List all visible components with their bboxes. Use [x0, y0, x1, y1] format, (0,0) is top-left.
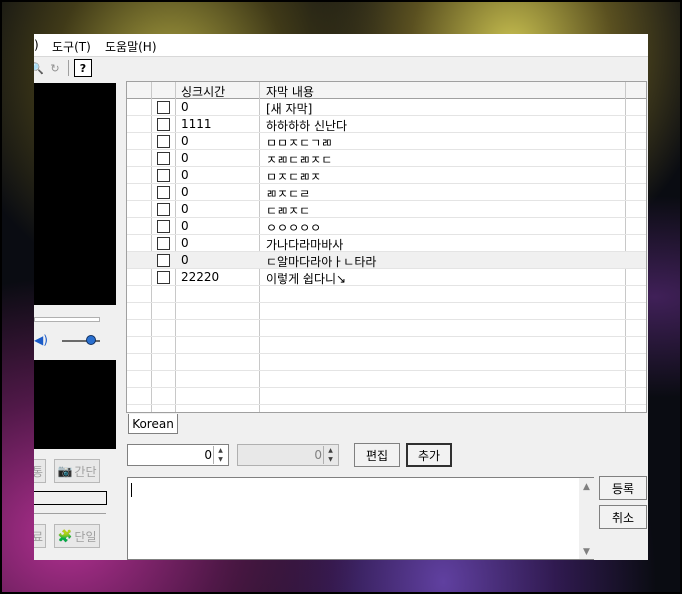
- secondary-preview: [34, 360, 116, 449]
- row-line: [127, 234, 646, 235]
- row-line: [127, 319, 646, 320]
- cancel-button[interactable]: 취소: [599, 505, 647, 529]
- single-button-label: 단일: [74, 529, 97, 544]
- row-sync-time: 0: [181, 236, 189, 250]
- simple-button-label: 간단: [74, 464, 97, 479]
- seek-bar[interactable]: [34, 317, 100, 322]
- row-line: [127, 200, 646, 201]
- subtitle-text-input[interactable]: ▲ ▼: [127, 477, 594, 560]
- row-sync-time: 0: [181, 202, 189, 216]
- table-row[interactable]: 22220 이렇게 쉽다니↘: [127, 269, 646, 286]
- row-checkbox[interactable]: [157, 152, 170, 165]
- table-row[interactable]: 0 ㅈㄻㄷㄻㅈㄷ: [127, 150, 646, 167]
- row-sync-time: 0: [181, 253, 189, 267]
- row-line: [127, 336, 646, 337]
- scroll-down-icon[interactable]: ▼: [579, 547, 594, 557]
- row-line: [127, 285, 646, 286]
- single-button[interactable]: 🧩 단일: [54, 524, 100, 548]
- camera-icon: 📷: [57, 464, 73, 478]
- partial-button-top[interactable]: 통: [34, 459, 46, 483]
- row-checkbox[interactable]: [157, 237, 170, 250]
- toolbar-separator: [68, 60, 69, 76]
- volume-icon[interactable]: ◀): [34, 333, 48, 347]
- row-sync-time: 1111: [181, 117, 212, 131]
- row-checkbox[interactable]: [157, 254, 170, 267]
- add-button[interactable]: 추가: [406, 443, 452, 467]
- row-line: [127, 166, 646, 167]
- puzzle-icon: 🧩: [57, 529, 73, 543]
- subtitle-editor-window: ) 도구(T) 도움말(H) 🔍 ↻ ? ◀) 통 📷 간단 료 🧩 단일 싱크…: [34, 34, 648, 560]
- menu-partial[interactable]: ): [34, 38, 39, 52]
- row-line: [127, 149, 646, 150]
- row-line: [127, 302, 646, 303]
- row-sync-time: 22220: [181, 270, 220, 284]
- table-row[interactable]: 0 ㅁㅈㄷㄻㅈ: [127, 167, 646, 184]
- refresh-icon[interactable]: ↻: [46, 59, 64, 77]
- start-time-spinner[interactable]: 0 ▲ ▼: [127, 444, 229, 466]
- spinner-arrows-icon: ▲ ▼: [323, 446, 337, 464]
- row-line: [127, 251, 646, 252]
- table-row[interactable]: 0 ㄻㅈㄷㄹ: [127, 184, 646, 201]
- spinner-arrows-icon[interactable]: ▲ ▼: [213, 446, 227, 464]
- menu-tools[interactable]: 도구(T): [52, 38, 91, 55]
- table-row[interactable]: 0 가나다라마바사: [127, 235, 646, 252]
- menu-bar: ) 도구(T) 도움말(H): [34, 34, 648, 57]
- row-sync-time: 0: [181, 219, 189, 233]
- scroll-up-icon[interactable]: ▲: [579, 482, 594, 492]
- volume-slider-thumb[interactable]: [86, 335, 96, 345]
- row-checkbox[interactable]: [157, 169, 170, 182]
- header-subtitle-text[interactable]: 자막 내용: [266, 83, 314, 100]
- table-row[interactable]: 0 ㄷㄻㅈㄷ: [127, 201, 646, 218]
- table-row[interactable]: 0 ㅇㅇㅇㅇㅇ: [127, 218, 646, 235]
- simple-button[interactable]: 📷 간단: [54, 459, 100, 483]
- table-row[interactable]: 0 ㄷ알마다라아ㅏㄴ타라: [127, 252, 646, 269]
- table-row[interactable]: 1111 하하하하 신난다: [127, 116, 646, 133]
- row-checkbox[interactable]: [157, 101, 170, 114]
- video-preview: [34, 83, 116, 305]
- row-checkbox[interactable]: [157, 186, 170, 199]
- row-sync-time: 0: [181, 134, 189, 148]
- partial-button-bottom[interactable]: 료: [34, 524, 46, 548]
- table-row[interactable]: 0 ㅁㅁㅈㄷㄱㄻ: [127, 133, 646, 150]
- row-checkbox[interactable]: [157, 118, 170, 131]
- row-sync-time: 0: [181, 100, 189, 114]
- row-line: [127, 217, 646, 218]
- progress-bar: [34, 491, 107, 505]
- row-sync-time: 0: [181, 168, 189, 182]
- row-line: [127, 183, 646, 184]
- grid-header: 싱크시간 자막 내용: [127, 82, 646, 100]
- row-line: [127, 370, 646, 371]
- register-button[interactable]: 등록: [599, 476, 647, 500]
- zoom-icon[interactable]: 🔍: [34, 59, 46, 77]
- row-line: [127, 387, 646, 388]
- row-line: [127, 132, 646, 133]
- row-checkbox[interactable]: [157, 271, 170, 284]
- row-checkbox[interactable]: [157, 203, 170, 216]
- row-checkbox[interactable]: [157, 220, 170, 233]
- row-checkbox[interactable]: [157, 135, 170, 148]
- help-icon[interactable]: ?: [74, 59, 92, 77]
- start-time-value: 0: [204, 448, 212, 462]
- end-time-value: 0: [314, 448, 322, 462]
- edit-button[interactable]: 편집: [354, 443, 400, 467]
- editor-scrollbar[interactable]: ▲ ▼: [579, 478, 594, 559]
- subtitle-grid: 싱크시간 자막 내용 0 [새 자막] 1111 하하하하 신난다 0 ㅁㅁㅈㄷㄱㄻ 0 ㅈㄻ…: [126, 81, 647, 413]
- row-line: [127, 404, 646, 405]
- row-line: [127, 115, 646, 116]
- row-sync-time: 0: [181, 185, 189, 199]
- header-sync-time[interactable]: 싱크시간: [181, 83, 225, 100]
- tab-korean[interactable]: Korean: [128, 414, 178, 434]
- row-sync-time: 0: [181, 151, 189, 165]
- text-caret: [131, 483, 132, 497]
- table-row[interactable]: 0 [새 자막]: [127, 99, 646, 116]
- left-divider: [34, 513, 106, 514]
- menu-help[interactable]: 도움말(H): [105, 38, 157, 55]
- row-line: [127, 268, 646, 269]
- row-line: [127, 353, 646, 354]
- toolbar: 🔍 ↻ ?: [34, 57, 124, 79]
- end-time-spinner: 0 ▲ ▼: [237, 444, 339, 466]
